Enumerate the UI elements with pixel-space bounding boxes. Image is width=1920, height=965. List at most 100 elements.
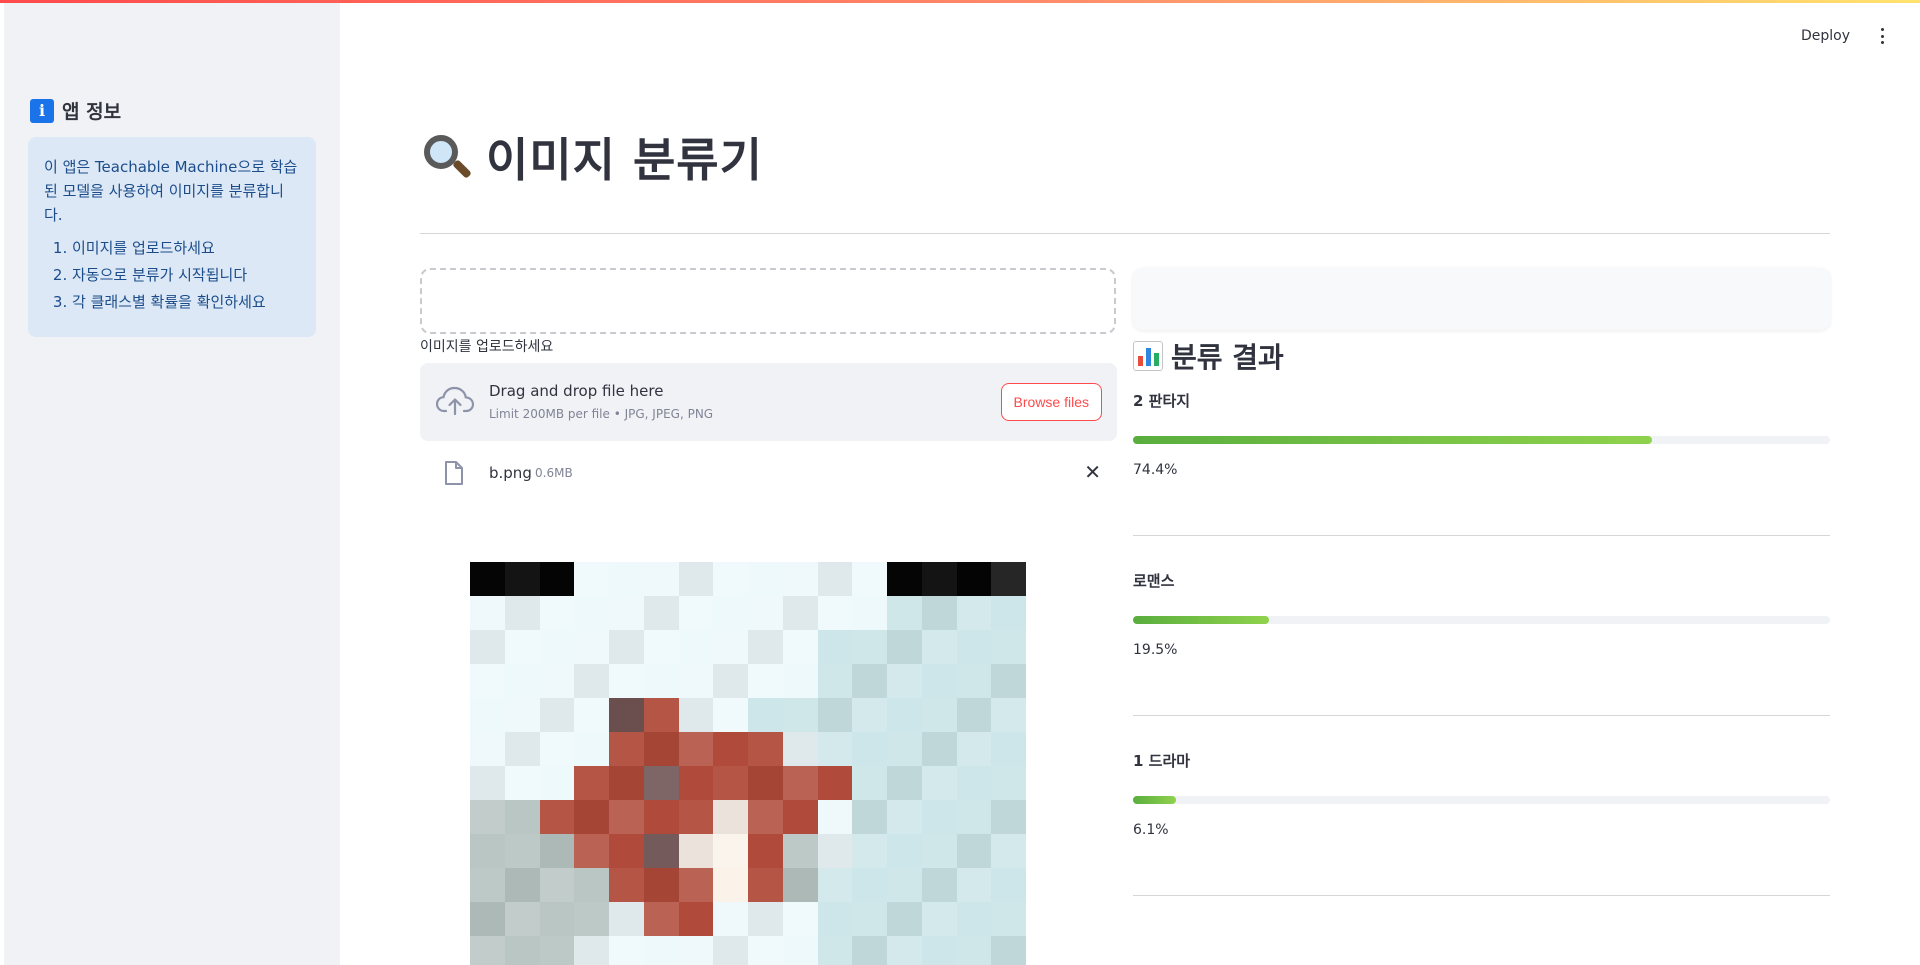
main-menu-icon[interactable] (1874, 26, 1890, 46)
results-heading: 분류 결과 (1133, 336, 1284, 376)
preview-pixel (817, 936, 853, 965)
class-label: 1 드라마 (1133, 752, 1191, 770)
preview-pixel (782, 664, 818, 698)
remove-file-icon[interactable]: ✕ (1084, 460, 1101, 484)
preview-pixel (504, 698, 540, 732)
preview-pixel (921, 596, 957, 630)
results-title: 분류 결과 (1171, 341, 1284, 374)
probability-fill (1133, 796, 1176, 804)
preview-pixel (609, 902, 644, 936)
preview-pixel (713, 664, 748, 698)
preview-pixel (470, 868, 505, 902)
preview-pixel (609, 800, 644, 834)
preview-pixel (748, 664, 783, 698)
app-description: 이 앱은 Teachable Machine으로 학습된 모델을 사용하여 이미… (44, 158, 298, 224)
preview-pixel (991, 630, 1026, 664)
preview-pixel (817, 732, 853, 766)
preview-pixel (574, 834, 609, 868)
preview-pixel (470, 698, 505, 732)
result-item: 로맨스 19.5% (1133, 570, 1830, 658)
instruction-step: 자동으로 분류가 시작됩니다 (72, 262, 300, 289)
preview-pixel (782, 732, 818, 766)
preview-pixel (504, 596, 540, 630)
magnifier-icon (420, 131, 472, 183)
preview-pixel (991, 698, 1026, 732)
preview-pixel (748, 936, 783, 965)
probability-fill (1133, 616, 1269, 624)
file-size: 0.6MB (535, 466, 573, 480)
class-label: 로맨스 (1133, 572, 1175, 590)
preview-pixel (504, 664, 540, 698)
probability-bar (1133, 796, 1830, 804)
preview-pixel (852, 664, 887, 698)
preview-pixel (852, 766, 887, 800)
preview-pixel (539, 562, 575, 596)
preview-pixel (887, 732, 922, 766)
preview-pixel (504, 732, 540, 766)
preview-pixel (504, 868, 540, 902)
dropzone-instruction: Drag and drop file here (489, 382, 664, 400)
preview-pixel (852, 698, 887, 732)
title-divider (420, 233, 1830, 234)
preview-pixel (956, 902, 992, 936)
preview-pixel (956, 630, 992, 664)
preview-pixel (817, 630, 853, 664)
cloud-upload-icon (436, 386, 474, 416)
bar-chart-icon (1133, 341, 1163, 371)
preview-pixel (539, 664, 575, 698)
preview-pixel (574, 630, 609, 664)
preview-pixel (574, 698, 609, 732)
preview-pixel (470, 800, 505, 834)
preview-pixel (991, 834, 1026, 868)
preview-pixel (748, 834, 783, 868)
preview-pixel (991, 902, 1026, 936)
preview-pixel (609, 766, 644, 800)
probability-text: 74.4% (1133, 462, 1178, 478)
preview-pixel (609, 562, 644, 596)
sidebar-header: i 앱 정보 (30, 97, 121, 124)
preview-pixel (470, 834, 505, 868)
preview-pixel (887, 630, 922, 664)
preview-pixel (643, 630, 679, 664)
dropzone-limit: Limit 200MB per file • JPG, JPEG, PNG (489, 407, 714, 421)
preview-pixel (713, 800, 748, 834)
preview-pixel (921, 902, 957, 936)
preview-pixel (713, 868, 748, 902)
preview-pixel (921, 664, 957, 698)
preview-pixel (991, 766, 1026, 800)
preview-pixel (921, 630, 957, 664)
preview-pixel (887, 902, 922, 936)
preview-pixel (921, 834, 957, 868)
preview-pixel (782, 766, 818, 800)
preview-pixel (956, 596, 992, 630)
deploy-button[interactable]: Deploy (1801, 28, 1850, 44)
preview-pixel (539, 834, 575, 868)
preview-pixel (539, 630, 575, 664)
result-divider (1133, 535, 1830, 536)
preview-pixel (678, 834, 714, 868)
file-icon (445, 461, 463, 485)
file-dropzone[interactable]: Drag and drop file here Limit 200MB per … (420, 363, 1117, 441)
preview-pixel (678, 732, 714, 766)
preview-pixel (609, 664, 644, 698)
preview-pixel (991, 664, 1026, 698)
preview-pixel (678, 562, 714, 596)
preview-pixel (574, 868, 609, 902)
preview-pixel (574, 732, 609, 766)
preview-pixel (609, 596, 644, 630)
probability-text: 6.1% (1133, 822, 1169, 838)
preview-pixel (504, 630, 540, 664)
preview-pixel (748, 766, 783, 800)
preview-pixel (991, 732, 1026, 766)
preview-pixel (539, 596, 575, 630)
preview-pixel (852, 800, 887, 834)
preview-pixel (713, 834, 748, 868)
preview-pixel (782, 834, 818, 868)
preview-pixel (678, 664, 714, 698)
preview-pixel (782, 630, 818, 664)
preview-pixel (817, 800, 853, 834)
preview-pixel (817, 902, 853, 936)
preview-pixel (956, 834, 992, 868)
browse-files-button[interactable]: Browse files (1000, 383, 1102, 421)
preview-pixel (609, 936, 644, 965)
